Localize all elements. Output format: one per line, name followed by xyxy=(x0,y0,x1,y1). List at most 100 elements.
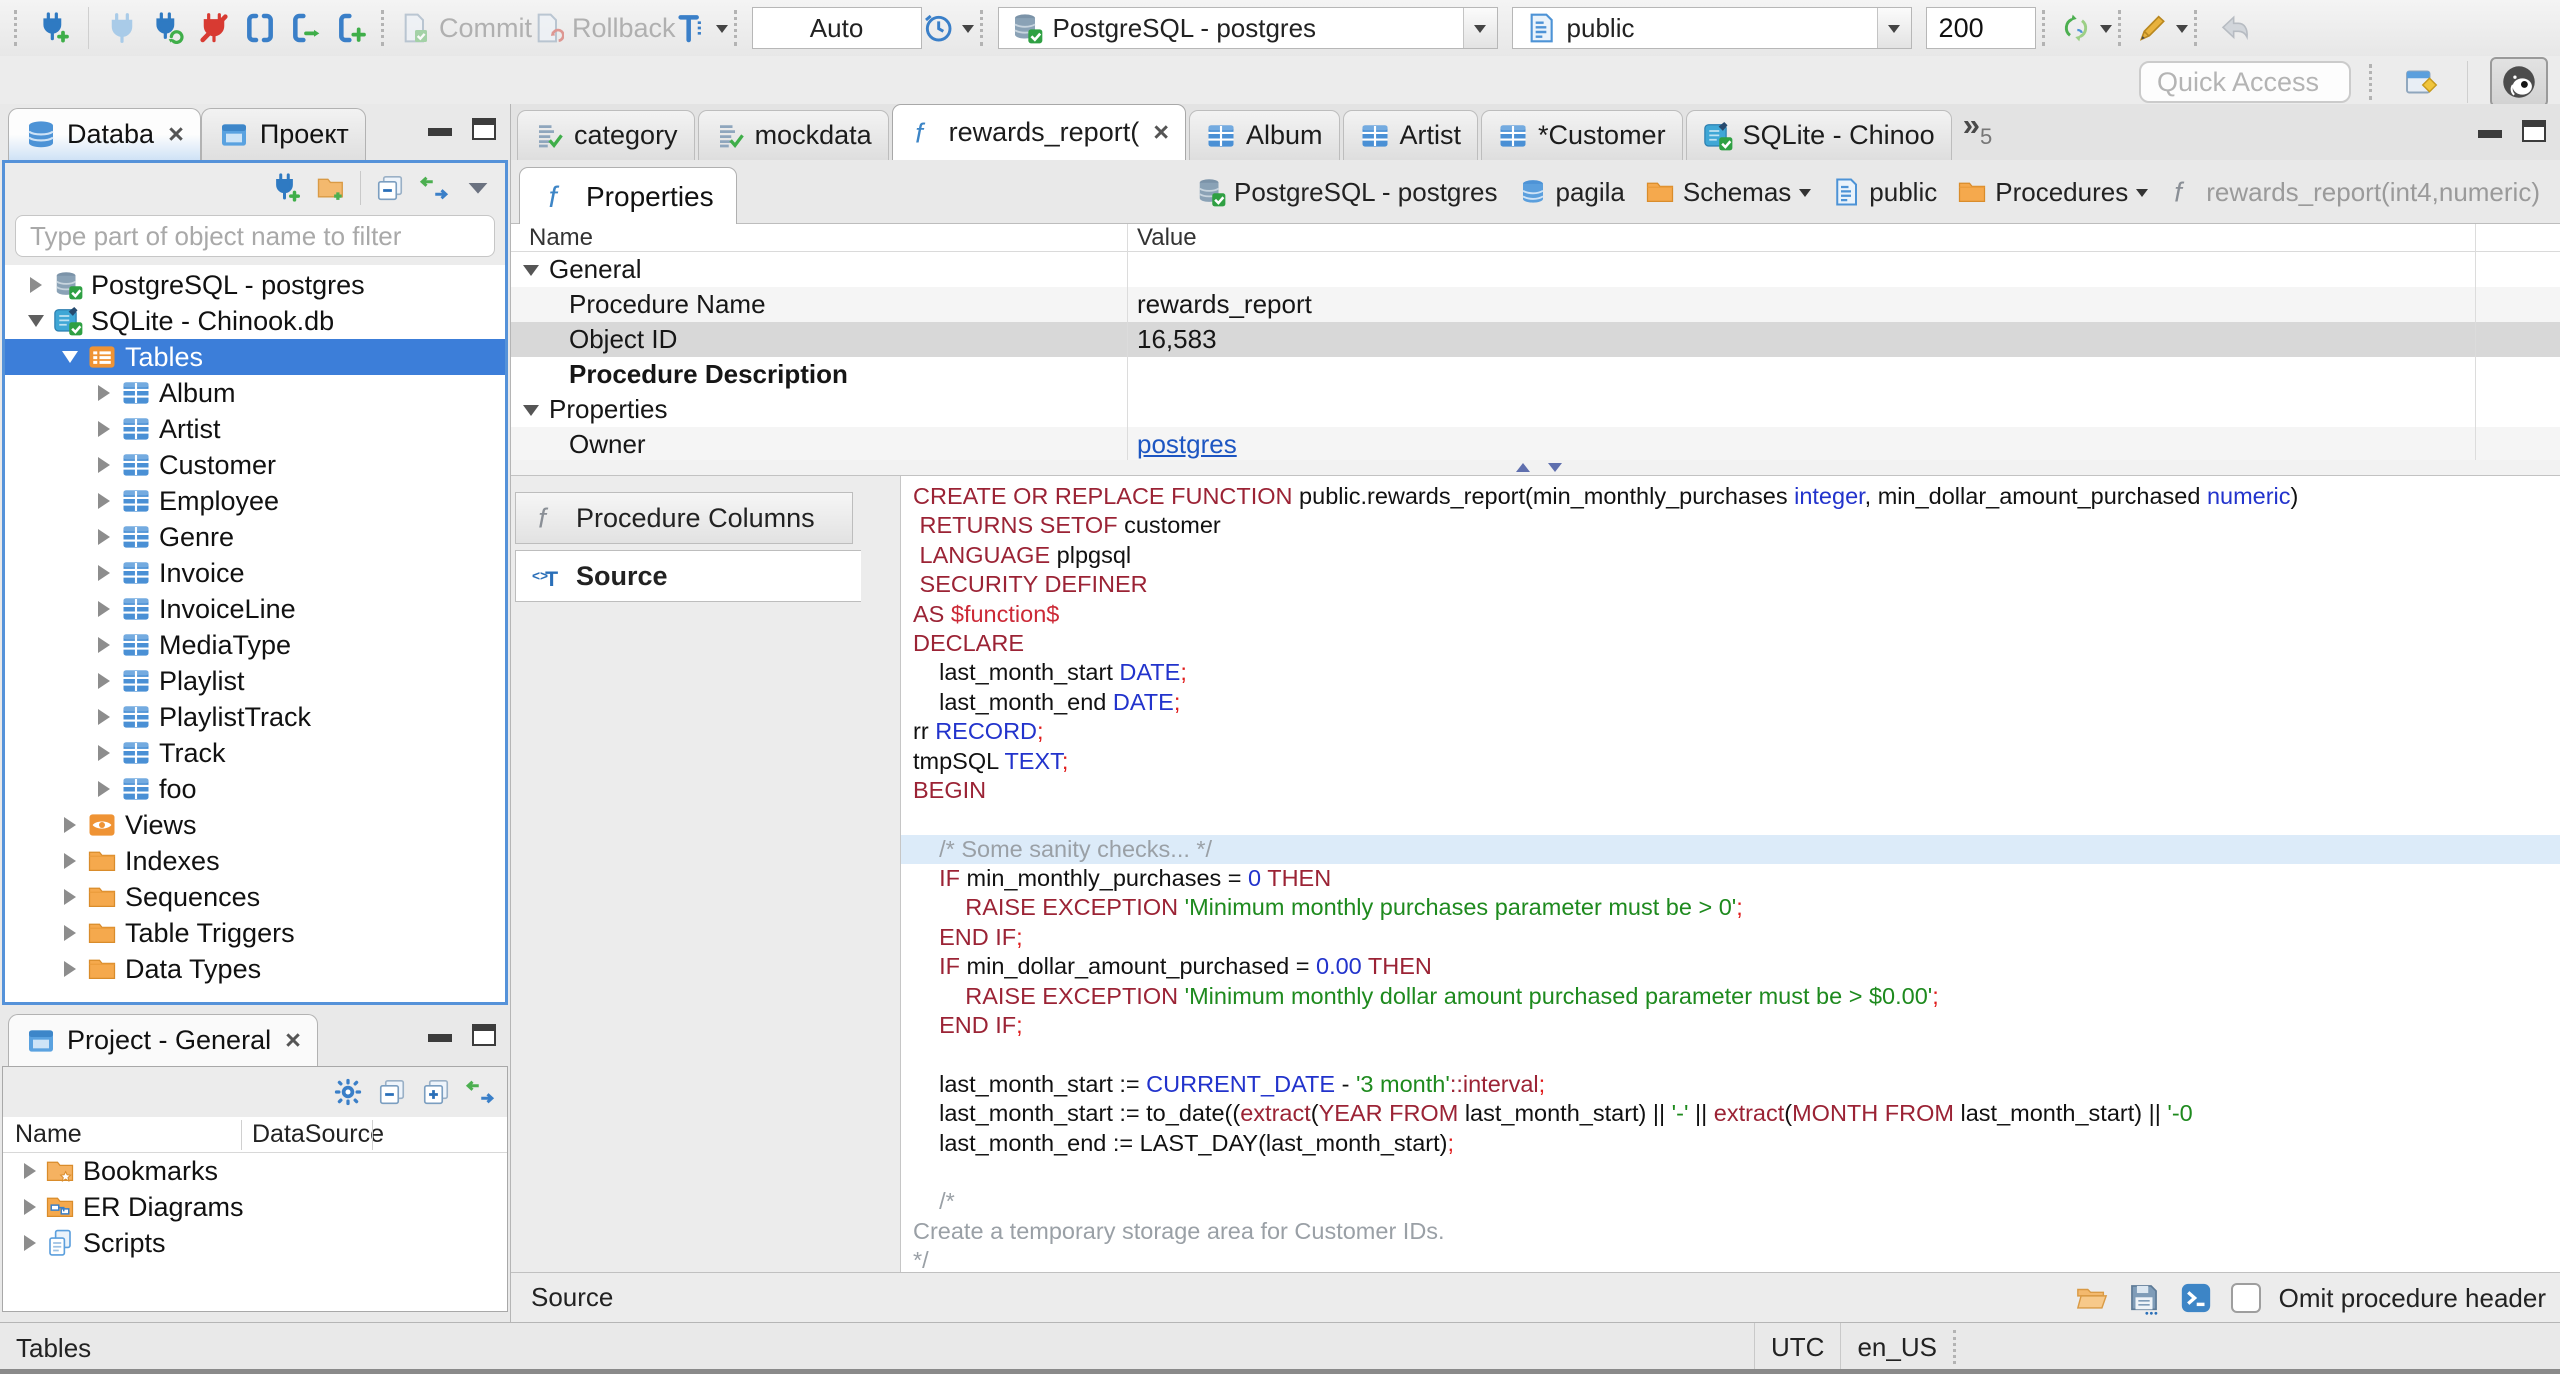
source-code-editor[interactable]: CREATE OR REPLACE FUNCTION public.reward… xyxy=(901,476,2560,1272)
refresh-button[interactable] xyxy=(2060,5,2112,51)
breadcrumb-schemas[interactable]: Schemas xyxy=(1639,177,1817,208)
save-icon[interactable] xyxy=(2127,1281,2161,1315)
back-button[interactable] xyxy=(2212,5,2258,51)
tab-database-navigator[interactable]: Databa × xyxy=(8,108,201,160)
collapse-all-icon[interactable] xyxy=(377,1077,407,1107)
disconnect-button[interactable] xyxy=(191,5,237,51)
collapsed-arrow-icon[interactable] xyxy=(24,1199,36,1215)
tab-close-icon[interactable]: × xyxy=(1153,117,1169,148)
breadcrumb-postgresql-postgres[interactable]: PostgreSQL - postgres xyxy=(1190,177,1504,208)
sash-collapse-down-icon[interactable] xyxy=(1548,463,1562,472)
tree-item-tables[interactable]: Tables xyxy=(5,339,505,375)
collapsed-arrow-icon[interactable] xyxy=(98,601,110,617)
grid-row-owner[interactable]: Owner postgres xyxy=(511,427,2560,462)
collapsed-arrow-icon[interactable] xyxy=(98,529,110,545)
open-file-icon[interactable] xyxy=(2075,1281,2109,1315)
plug-add-icon[interactable] xyxy=(272,173,302,203)
editor-tab-mockdata[interactable]: mockdata xyxy=(697,110,889,160)
minimize-icon[interactable] xyxy=(428,128,452,136)
tree-item-playlist[interactable]: Playlist xyxy=(5,663,505,699)
tree-item-invoice[interactable]: Invoice xyxy=(5,555,505,591)
tree-item-sequences[interactable]: Sequences xyxy=(5,879,505,915)
column-divider[interactable] xyxy=(1127,224,1128,460)
transaction-history-button[interactable] xyxy=(922,5,974,51)
detail-tab-procedure-columns[interactable]: f Procedure Columns xyxy=(515,492,853,544)
editor-tab-album[interactable]: Album xyxy=(1188,110,1340,160)
column-divider[interactable] xyxy=(2475,224,2476,460)
connect-button[interactable] xyxy=(99,5,145,51)
collapsed-arrow-icon[interactable] xyxy=(98,637,110,653)
omit-procedure-header-checkbox[interactable] xyxy=(2230,1283,2261,1313)
transaction-add-button[interactable] xyxy=(329,5,375,51)
editor-tab-customer[interactable]: *Customer xyxy=(1481,110,1683,160)
tree-item-artist[interactable]: Artist xyxy=(5,411,505,447)
tree-item-customer[interactable]: Customer xyxy=(5,447,505,483)
project-item-er-diagrams[interactable]: ER Diagrams xyxy=(3,1189,507,1225)
timezone-indicator[interactable]: UTC xyxy=(1771,1332,1824,1363)
edit-button[interactable] xyxy=(2136,5,2188,51)
column-value[interactable]: Value xyxy=(1127,224,1197,252)
folder-add-icon[interactable] xyxy=(316,173,346,203)
column-name[interactable]: Name xyxy=(511,224,1127,252)
tree-item-playlisttrack[interactable]: PlaylistTrack xyxy=(5,699,505,735)
collapsed-arrow-icon[interactable] xyxy=(30,277,42,293)
object-filter-input[interactable] xyxy=(15,215,495,257)
column-datasource[interactable]: DataSource xyxy=(242,1120,384,1149)
editor-tab-rewards-report[interactable]: f rewards_report(× xyxy=(891,104,1186,160)
collapsed-arrow-icon[interactable] xyxy=(64,925,76,941)
collapsed-arrow-icon[interactable] xyxy=(64,961,76,977)
rollback-button[interactable]: Rollback xyxy=(532,5,676,51)
editor-tab-artist[interactable]: Artist xyxy=(1342,110,1479,160)
minimize-icon[interactable] xyxy=(428,1034,452,1042)
collapsed-arrow-icon[interactable] xyxy=(64,889,76,905)
project-item-scripts[interactable]: Scripts xyxy=(3,1225,507,1261)
combo-arrow-button[interactable] xyxy=(1462,8,1497,48)
tree-item-table-triggers[interactable]: Table Triggers xyxy=(5,915,505,951)
project-item-bookmarks[interactable]: Bookmarks xyxy=(3,1153,507,1189)
collapsed-arrow-icon[interactable] xyxy=(98,457,110,473)
link-editor-icon[interactable] xyxy=(465,1077,495,1107)
gear-icon[interactable] xyxy=(333,1077,363,1107)
close-icon[interactable]: × xyxy=(168,119,184,150)
close-icon[interactable]: × xyxy=(285,1025,301,1056)
group-expanded-icon[interactable] xyxy=(523,404,539,424)
editor-tab-category[interactable]: category xyxy=(517,110,695,160)
collapsed-arrow-icon[interactable] xyxy=(64,853,76,869)
tree-item-genre[interactable]: Genre xyxy=(5,519,505,555)
connection-combo[interactable]: PostgreSQL - postgres xyxy=(997,7,1498,49)
grid-row-general[interactable]: General xyxy=(511,252,2560,287)
tree-item-indexes[interactable]: Indexes xyxy=(5,843,505,879)
locale-indicator[interactable]: en_US xyxy=(1857,1332,1937,1363)
sash-collapse-up-icon[interactable] xyxy=(1516,463,1530,472)
breadcrumb-pagila[interactable]: pagila xyxy=(1512,177,1631,208)
tree-item-views[interactable]: Views xyxy=(5,807,505,843)
breadcrumb-procedures[interactable]: Procedures xyxy=(1951,177,2154,208)
group-expanded-icon[interactable] xyxy=(523,264,539,284)
transaction-mode-button[interactable] xyxy=(237,5,283,51)
combo-arrow-button[interactable] xyxy=(1876,8,1911,48)
editor-tab-sqlite-chinoo[interactable]: SQLite - Chinoo xyxy=(1685,110,1952,160)
grid-row-properties[interactable]: Properties xyxy=(511,392,2560,427)
reconnect-button[interactable] xyxy=(145,5,191,51)
quick-access-input[interactable] xyxy=(2139,61,2351,103)
tree-item-invoiceline[interactable]: InvoiceLine xyxy=(5,591,505,627)
collapsed-arrow-icon[interactable] xyxy=(98,673,110,689)
schema-combo[interactable]: public xyxy=(1511,7,1912,49)
column-name[interactable]: Name xyxy=(3,1120,241,1149)
grid-row-object-id[interactable]: Object ID 16,583 xyxy=(511,322,2560,357)
tab-project-explorer[interactable]: Проект xyxy=(200,108,366,160)
expanded-arrow-icon[interactable] xyxy=(62,351,78,363)
tree-item-postgresql-postgres[interactable]: PostgreSQL - postgres xyxy=(5,267,505,303)
property-value[interactable]: 16,583 xyxy=(1127,324,2560,355)
expanded-arrow-icon[interactable] xyxy=(28,315,44,327)
collapsed-arrow-icon[interactable] xyxy=(98,745,110,761)
view-menu-icon[interactable] xyxy=(463,173,493,203)
collapsed-arrow-icon[interactable] xyxy=(98,565,110,581)
breadcrumb-public[interactable]: public xyxy=(1825,177,1943,208)
new-connection-button[interactable] xyxy=(32,5,78,51)
tree-item-track[interactable]: Track xyxy=(5,735,505,771)
tree-item-mediatype[interactable]: MediaType xyxy=(5,627,505,663)
breadcrumb-rewards-report-int4-numeric[interactable]: f rewards_report(int4,numeric) xyxy=(2162,177,2546,208)
fetch-size-input[interactable] xyxy=(1925,7,2036,49)
collapsed-arrow-icon[interactable] xyxy=(98,709,110,725)
